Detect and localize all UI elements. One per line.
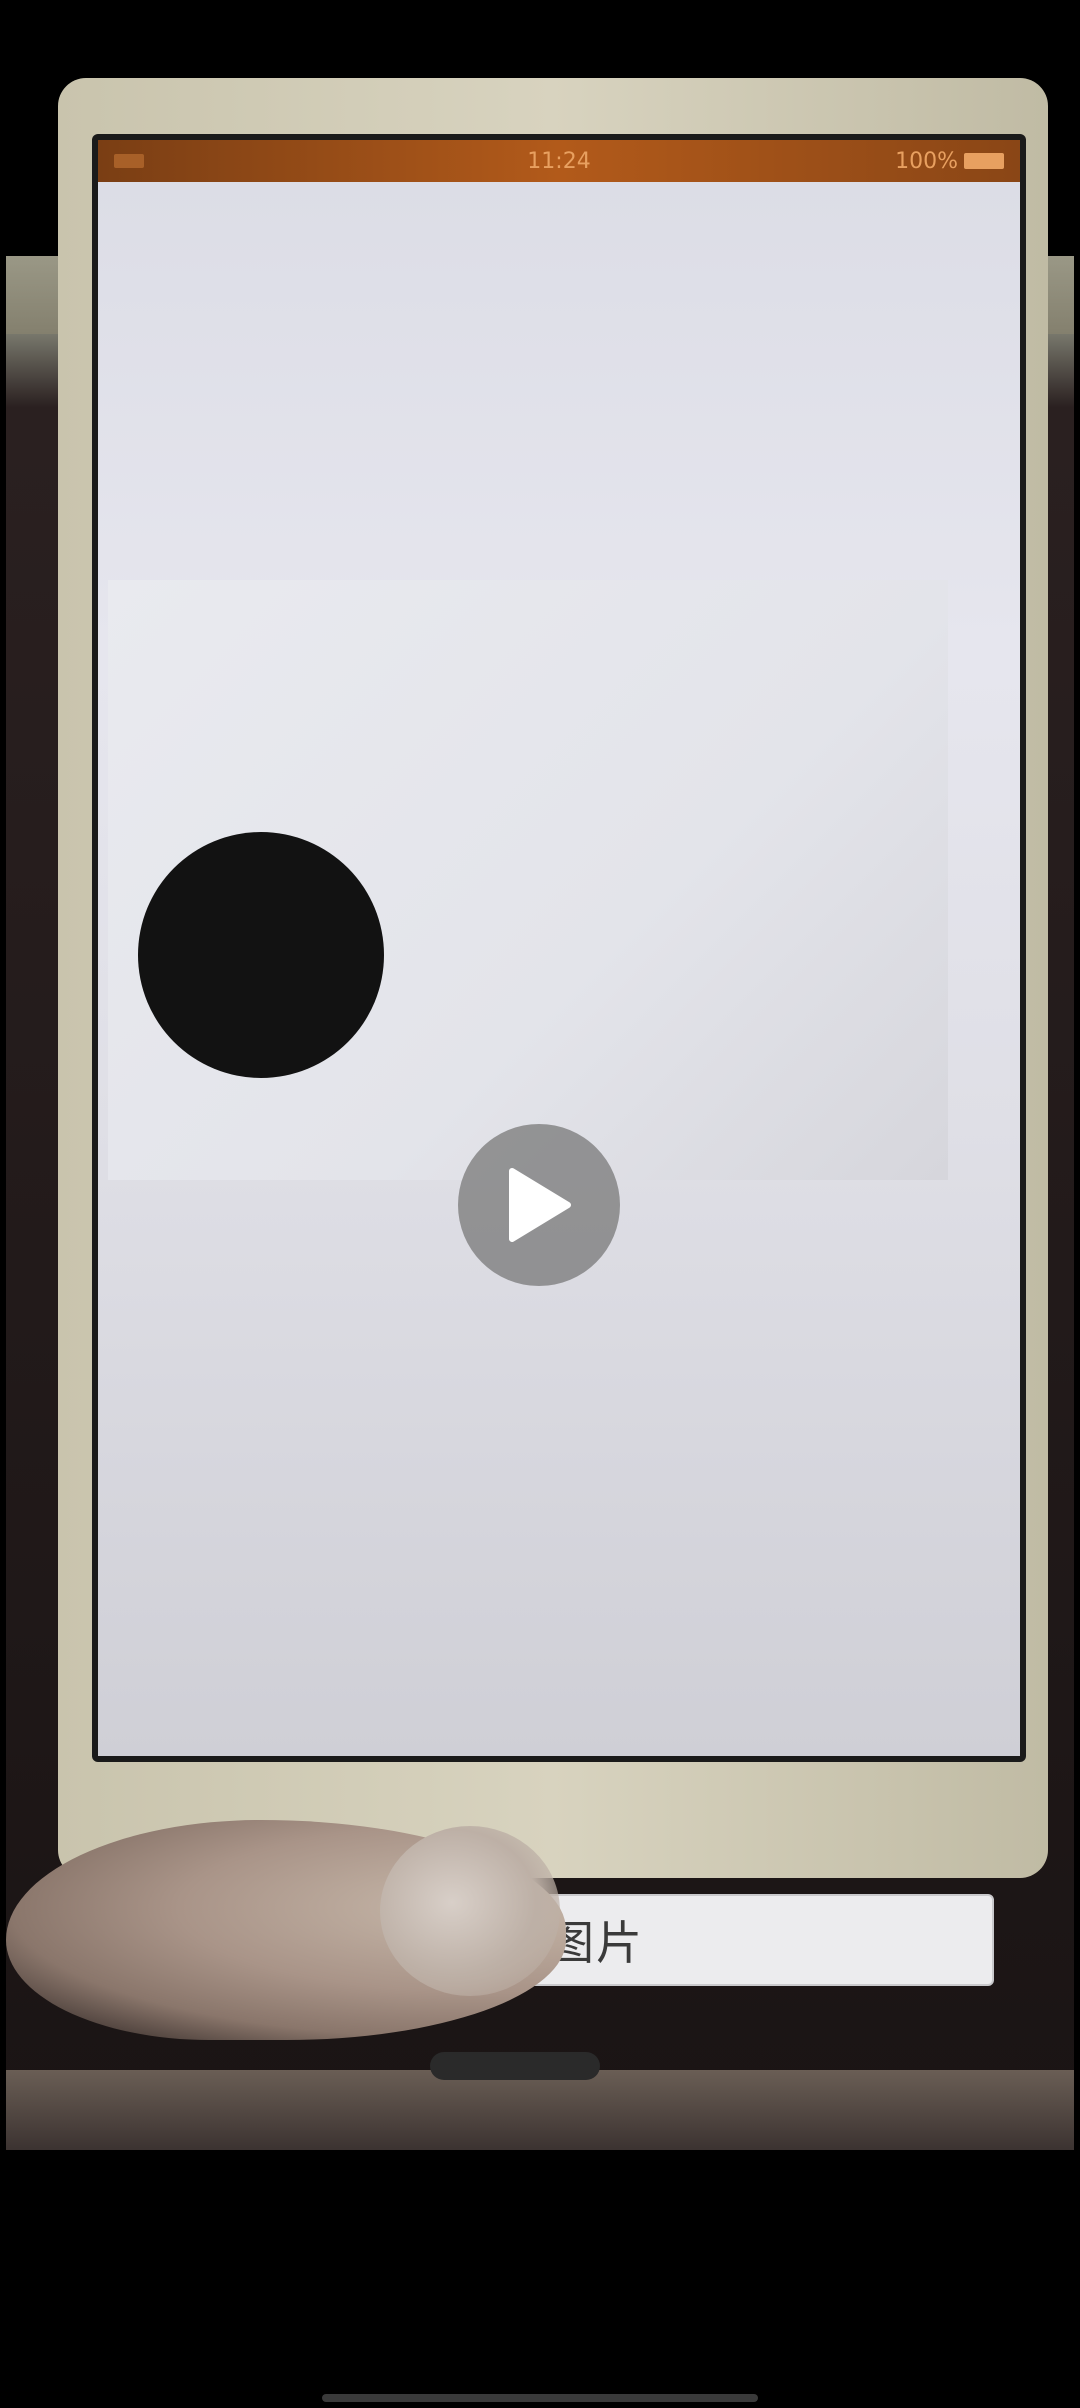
- frame-bottom-strip: [6, 2070, 1074, 2150]
- status-time: 11:24: [527, 148, 591, 174]
- finger-tip: [380, 1826, 560, 1996]
- home-indicator[interactable]: [322, 2394, 758, 2402]
- signal-icon: [114, 154, 144, 168]
- play-button[interactable]: [458, 1124, 620, 1286]
- battery-status: 100%: [895, 149, 1004, 174]
- battery-percent: 100%: [895, 148, 958, 174]
- battery-icon: [964, 153, 1004, 169]
- filmed-status-bar: 11:24 100%: [98, 140, 1020, 182]
- black-circle: [138, 832, 384, 1078]
- play-icon: [509, 1168, 571, 1242]
- filmed-home-button: [430, 2052, 600, 2080]
- video-viewport[interactable]: 11:24 100% 示图片: [0, 0, 1080, 2408]
